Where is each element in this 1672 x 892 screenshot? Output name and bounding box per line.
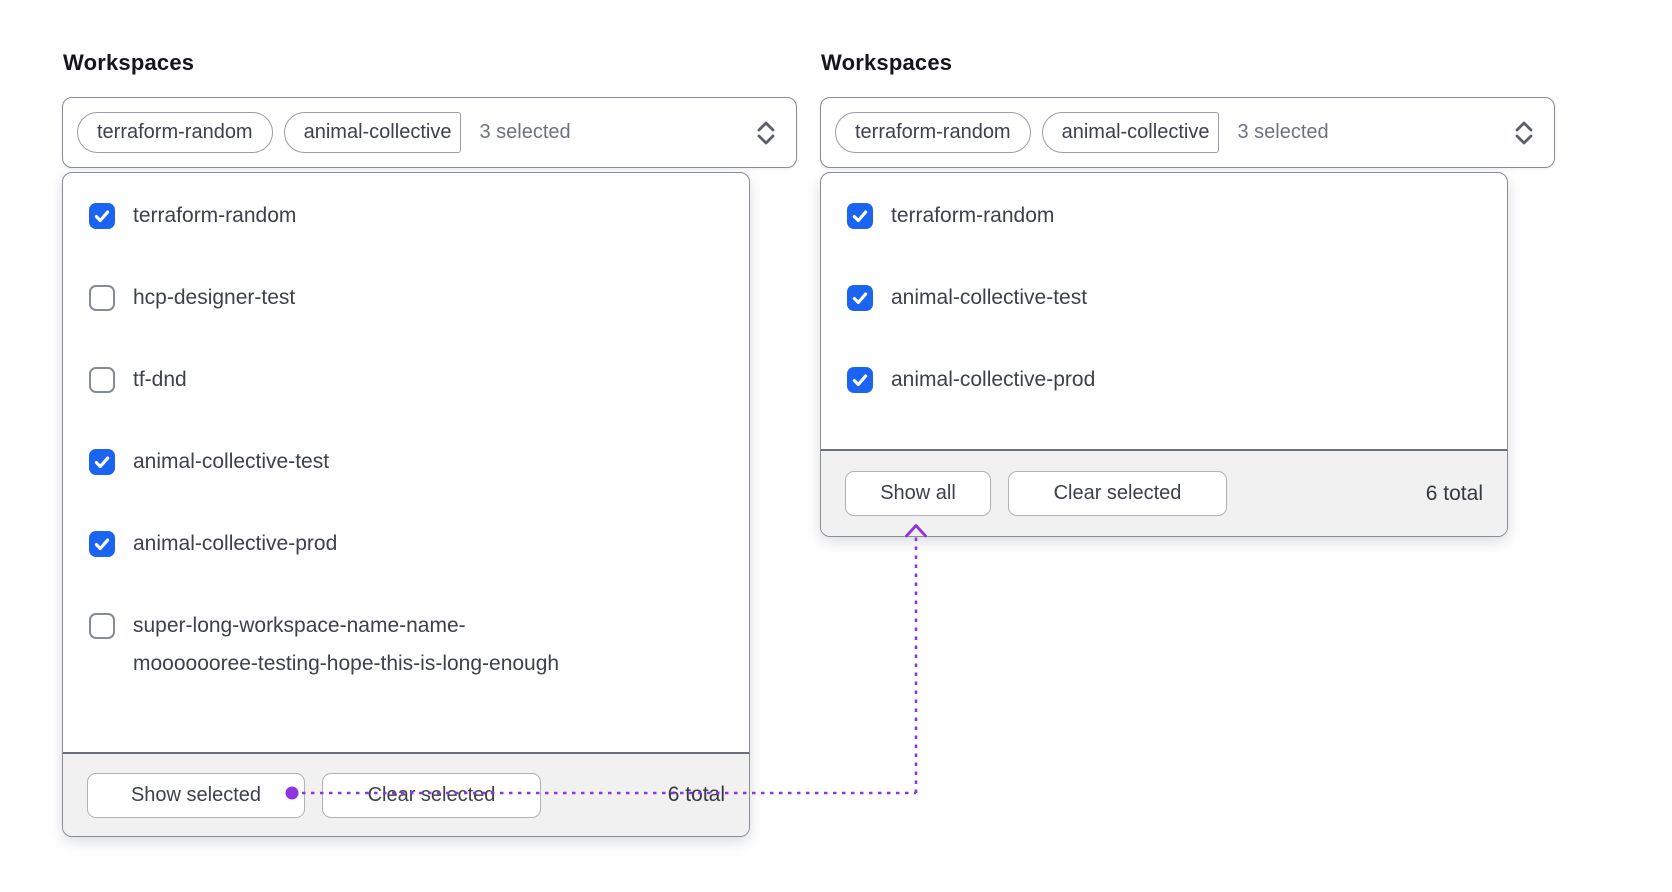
show-all-button[interactable]: Show all [845, 471, 991, 516]
workspace-option-row[interactable]: animal-collective-test [847, 279, 1481, 317]
dropdown-footer: Show selected Clear selected 6 total [63, 752, 749, 836]
selected-tag-pill[interactable]: terraform-random [77, 112, 273, 153]
chevron-up-down-icon [1512, 117, 1536, 149]
checkbox-unchecked-icon[interactable] [89, 613, 115, 639]
workspaces-multiselect-demo: Workspaces terraform-random animal-colle… [0, 0, 1672, 892]
show-selected-button[interactable]: Show selected [87, 772, 305, 818]
checkbox-checked-icon[interactable] [89, 203, 115, 229]
selected-tag-pill-truncated[interactable]: animal-collective [283, 112, 462, 153]
checkbox-unchecked-icon[interactable] [89, 285, 115, 311]
workspace-options-list: terraform-random hcp-designer-test tf-dnd a… [63, 173, 749, 752]
panel-title: Workspaces [63, 50, 195, 75]
checkbox-checked-icon[interactable] [89, 531, 115, 557]
workspace-option-label: super-long-workspace-name-name-moooooore… [133, 614, 560, 675]
workspace-option-row[interactable]: animal-collective-test [89, 443, 723, 481]
selected-tag-pill[interactable]: terraform-random [835, 112, 1031, 153]
workspace-dropdown-list: terraform-random hcp-designer-test tf-dnd a… [62, 172, 750, 837]
checkbox-checked-icon[interactable] [89, 449, 115, 475]
checkbox-checked-icon[interactable] [847, 367, 873, 393]
workspace-multiselect-trigger[interactable]: terraform-random animal-collective 3 sel… [820, 97, 1555, 168]
workspaces-panel-right: Workspaces terraform-random animal-colle… [820, 50, 1555, 537]
total-count-label: 6 total [667, 783, 725, 806]
workspaces-panel-left: Workspaces terraform-random animal-colle… [62, 50, 797, 837]
workspace-option-label: animal-collective-prod [133, 532, 338, 555]
workspace-option-label: terraform-random [891, 204, 1055, 227]
dropdown-footer: Show all Clear selected 6 total [821, 449, 1507, 536]
workspace-option-label: tf-dnd [133, 368, 187, 391]
selected-count-label: 3 selected [479, 121, 571, 143]
checkbox-checked-icon[interactable] [847, 285, 873, 311]
workspace-option-row[interactable]: animal-collective-prod [89, 525, 723, 563]
workspace-option-row[interactable]: super-long-workspace-name-name-moooooore… [89, 607, 723, 683]
selected-count-label: 3 selected [1237, 121, 1329, 143]
workspace-dropdown-list: terraform-random animal-collective-test an… [820, 172, 1508, 537]
workspace-option-row[interactable]: hcp-designer-test [89, 279, 723, 317]
workspace-option-row[interactable]: terraform-random [847, 197, 1481, 235]
clear-selected-button[interactable]: Clear selected [322, 772, 541, 818]
workspace-option-label: animal-collective-test [133, 450, 330, 473]
workspace-option-label: hcp-designer-test [133, 286, 296, 309]
total-count-label: 6 total [1425, 481, 1483, 505]
workspace-option-row[interactable]: terraform-random [89, 197, 723, 235]
chevron-up-down-icon [754, 117, 778, 149]
workspace-option-label: terraform-random [133, 204, 297, 227]
workspace-option-row[interactable]: tf-dnd [89, 361, 723, 399]
workspace-options-list: terraform-random animal-collective-test an… [821, 173, 1507, 449]
checkbox-unchecked-icon[interactable] [89, 367, 115, 393]
workspace-multiselect-trigger[interactable]: terraform-random animal-collective 3 sel… [62, 97, 797, 168]
workspace-option-label: animal-collective-prod [891, 368, 1096, 391]
clear-selected-button[interactable]: Clear selected [1008, 471, 1227, 516]
selected-tag-pill-truncated[interactable]: animal-collective [1041, 112, 1220, 153]
workspace-option-row[interactable]: animal-collective-prod [847, 361, 1481, 399]
checkbox-checked-icon[interactable] [847, 203, 873, 229]
panel-title: Workspaces [821, 50, 953, 75]
workspace-option-label: animal-collective-test [891, 286, 1088, 309]
